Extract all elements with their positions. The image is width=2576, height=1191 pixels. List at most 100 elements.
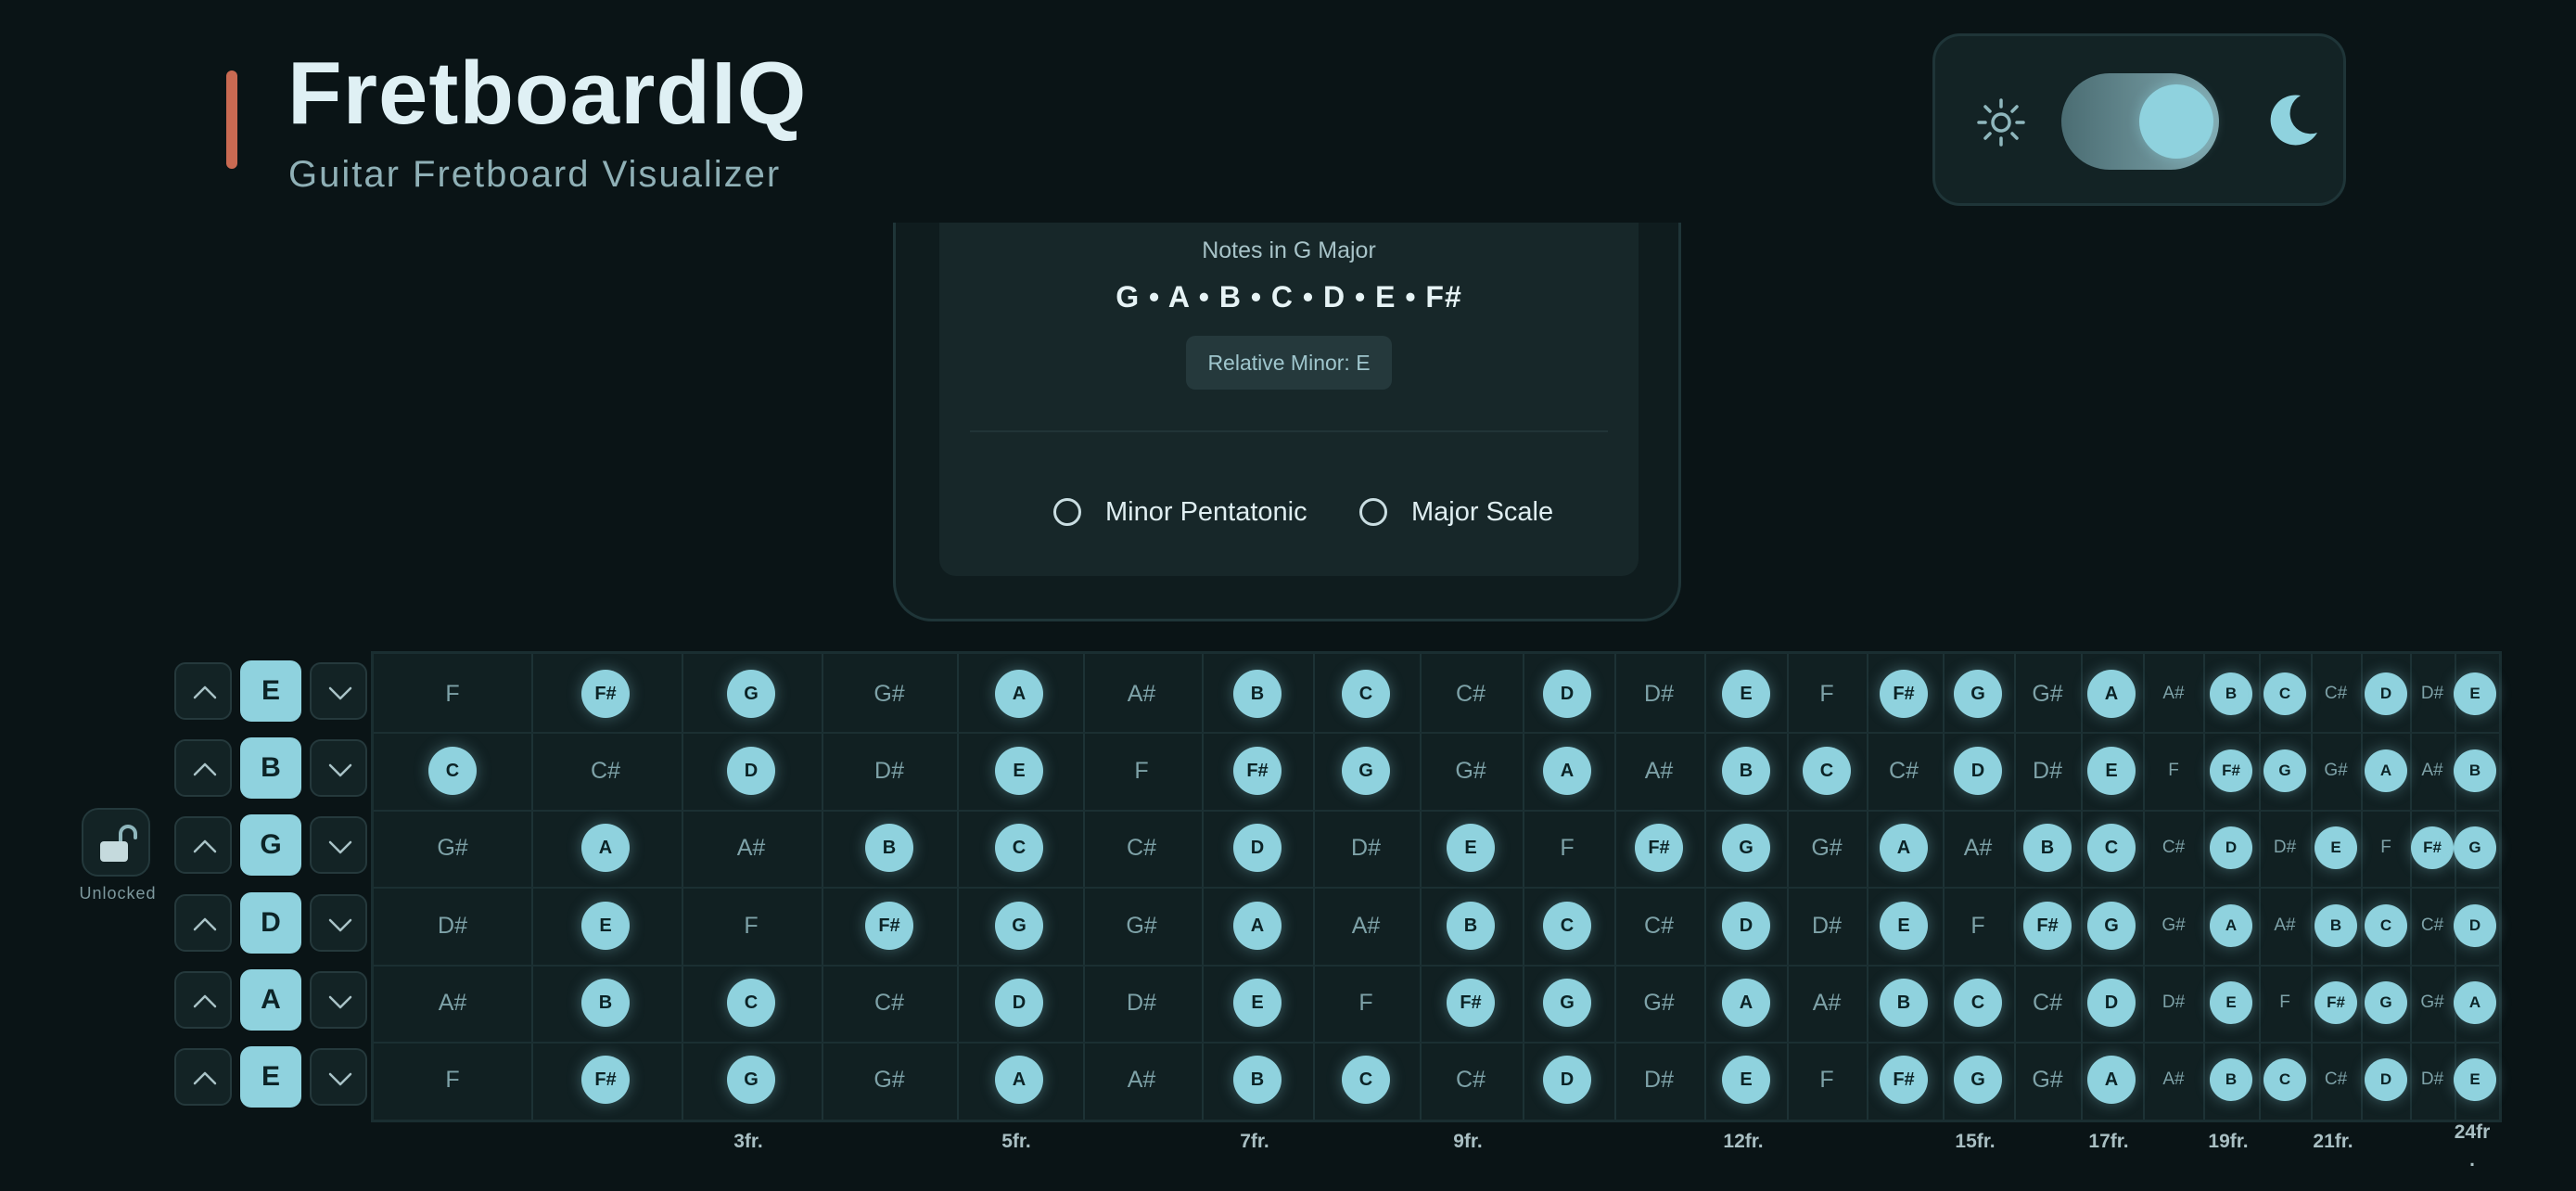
fret-note-label[interactable]: A# xyxy=(2257,903,2313,949)
scale-note-marker[interactable]: B xyxy=(2210,1058,2252,1101)
fret-note-label[interactable]: F xyxy=(1539,825,1595,871)
tune-down-button[interactable] xyxy=(310,739,367,797)
fret-note-label[interactable]: G# xyxy=(2146,903,2201,949)
fret-note-label[interactable]: D# xyxy=(1631,671,1687,717)
scale-note-marker[interactable]: E xyxy=(2210,981,2252,1024)
scale-note-marker[interactable]: G xyxy=(1722,824,1770,872)
fret-note-label[interactable]: C# xyxy=(2404,903,2460,949)
scale-note-marker[interactable]: F# xyxy=(1880,1056,1928,1104)
fret-note-label[interactable]: D# xyxy=(2146,980,2201,1026)
fret-note-label[interactable]: C# xyxy=(2020,980,2075,1026)
scale-note-marker[interactable]: C xyxy=(2087,824,2136,872)
scale-note-marker[interactable]: F# xyxy=(581,1056,630,1104)
scale-note-marker[interactable]: F# xyxy=(581,670,630,718)
scale-note-marker[interactable]: B xyxy=(2210,672,2252,715)
scale-note-marker[interactable]: D xyxy=(1233,824,1282,872)
scale-note-marker[interactable]: G xyxy=(727,670,775,718)
fret-note-label[interactable]: D# xyxy=(1114,980,1169,1026)
fret-note-label[interactable]: A# xyxy=(2404,748,2460,794)
scale-note-marker[interactable]: A xyxy=(1722,979,1770,1027)
fret-note-label[interactable]: D# xyxy=(2404,1057,2460,1103)
fret-note-label[interactable]: G# xyxy=(1443,748,1498,794)
fret-note-label[interactable]: A# xyxy=(1631,748,1687,794)
scale-note-marker[interactable]: F# xyxy=(1880,670,1928,718)
tune-down-button[interactable] xyxy=(310,662,367,720)
tuning-note-b[interactable]: B xyxy=(240,737,301,799)
scale-note-marker[interactable]: G xyxy=(727,1056,775,1104)
fret-note-label[interactable]: G# xyxy=(861,671,917,717)
scale-note-marker[interactable]: A xyxy=(2087,670,2136,718)
scale-note-marker[interactable]: G xyxy=(1954,1056,2002,1104)
scale-note-marker[interactable]: D xyxy=(2454,904,2496,947)
scale-note-marker[interactable]: D xyxy=(1954,747,2002,795)
fret-note-label[interactable]: D# xyxy=(2020,748,2075,794)
fret-note-label[interactable]: D# xyxy=(1631,1057,1687,1103)
scale-note-marker[interactable]: G xyxy=(1954,670,2002,718)
scale-note-marker[interactable]: A xyxy=(581,824,630,872)
fret-note-label[interactable]: D# xyxy=(2257,825,2313,871)
fret-note-label[interactable]: C# xyxy=(1631,903,1687,949)
scale-note-marker[interactable]: A xyxy=(2365,749,2407,792)
scale-note-marker[interactable]: E xyxy=(581,902,630,950)
scale-note-marker[interactable]: F# xyxy=(2411,826,2454,869)
fret-note-label[interactable]: C# xyxy=(861,980,917,1026)
scale-note-marker[interactable]: C xyxy=(1543,902,1591,950)
scale-note-marker[interactable]: D xyxy=(2087,979,2136,1027)
scale-note-marker[interactable]: D xyxy=(2365,672,2407,715)
scale-note-marker[interactable]: A xyxy=(2087,1056,2136,1104)
fret-note-label[interactable]: D# xyxy=(425,903,480,949)
fret-note-label[interactable]: A# xyxy=(1338,903,1394,949)
tuning-note-g[interactable]: G xyxy=(240,814,301,876)
scale-note-marker[interactable]: B xyxy=(2023,824,2072,872)
scale-note-marker[interactable]: B xyxy=(581,979,630,1027)
scale-note-marker[interactable]: B xyxy=(1233,1056,1282,1104)
scale-note-marker[interactable]: C xyxy=(2264,1058,2306,1101)
major-scale-radio[interactable] xyxy=(1359,498,1387,526)
scale-note-marker[interactable]: A xyxy=(2210,904,2252,947)
scale-note-marker[interactable]: C xyxy=(1954,979,2002,1027)
scale-note-marker[interactable]: E xyxy=(2454,1058,2496,1101)
tune-up-button[interactable] xyxy=(174,816,232,874)
fret-note-label[interactable]: G# xyxy=(2308,748,2364,794)
fret-note-label[interactable]: C# xyxy=(578,748,633,794)
fret-note-label[interactable]: F xyxy=(2146,748,2201,794)
scale-note-marker[interactable]: G xyxy=(995,902,1043,950)
scale-note-marker[interactable]: A xyxy=(2454,981,2496,1024)
fret-note-label[interactable]: A# xyxy=(2146,1057,2201,1103)
fret-note-label[interactable]: A# xyxy=(1950,825,2006,871)
scale-note-marker[interactable]: A xyxy=(1543,747,1591,795)
scale-note-marker[interactable]: F# xyxy=(2210,749,2252,792)
fret-note-label[interactable]: C# xyxy=(1443,671,1498,717)
fret-note-label[interactable]: F xyxy=(723,903,779,949)
scale-note-marker[interactable]: B xyxy=(1880,979,1928,1027)
scale-note-marker[interactable]: C xyxy=(995,824,1043,872)
scale-note-marker[interactable]: E xyxy=(2454,672,2496,715)
sun-icon[interactable] xyxy=(1976,97,2026,147)
tune-down-button[interactable] xyxy=(310,816,367,874)
scale-note-marker[interactable]: F# xyxy=(2315,981,2357,1024)
fret-note-label[interactable]: G# xyxy=(425,825,480,871)
fret-note-label[interactable]: F xyxy=(1950,903,2006,949)
tuning-note-a[interactable]: A xyxy=(240,969,301,1031)
scale-note-marker[interactable]: B xyxy=(1447,902,1495,950)
scale-note-marker[interactable]: G xyxy=(1543,979,1591,1027)
scale-note-marker[interactable]: D xyxy=(1543,1056,1591,1104)
scale-note-marker[interactable]: E xyxy=(1722,1056,1770,1104)
fret-note-label[interactable]: C# xyxy=(1114,825,1169,871)
scale-note-marker[interactable]: C xyxy=(1803,747,1851,795)
fret-note-label[interactable]: D# xyxy=(861,748,917,794)
scale-note-marker[interactable]: F# xyxy=(1447,979,1495,1027)
scale-note-marker[interactable]: D xyxy=(1543,670,1591,718)
fret-note-label[interactable]: F xyxy=(1799,1057,1855,1103)
scale-note-marker[interactable]: B xyxy=(2315,904,2357,947)
fret-note-label[interactable]: A# xyxy=(1114,1057,1169,1103)
fret-note-label[interactable]: G# xyxy=(2404,980,2460,1026)
tuning-note-high-e[interactable]: E xyxy=(240,660,301,722)
fret-note-label[interactable]: G# xyxy=(2020,671,2075,717)
fret-note-label[interactable]: G# xyxy=(861,1057,917,1103)
scale-note-marker[interactable]: F# xyxy=(865,902,913,950)
scale-note-marker[interactable]: D xyxy=(2365,1058,2407,1101)
scale-note-marker[interactable]: G xyxy=(2087,902,2136,950)
scale-note-marker[interactable]: A xyxy=(1880,824,1928,872)
fret-note-label[interactable]: F xyxy=(1338,980,1394,1026)
